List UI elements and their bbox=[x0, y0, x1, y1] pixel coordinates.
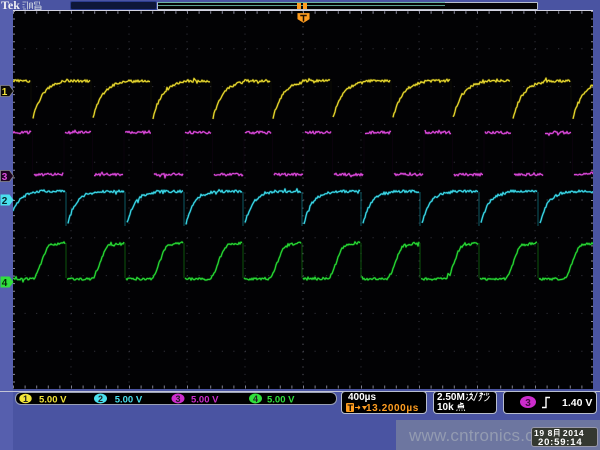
svg-text:1.40 V: 1.40 V bbox=[562, 397, 592, 409]
svg-text:3: 3 bbox=[175, 394, 180, 404]
svg-text:4: 4 bbox=[253, 394, 258, 404]
svg-text:4: 4 bbox=[2, 278, 8, 289]
svg-text:1: 1 bbox=[2, 87, 8, 98]
svg-text:3: 3 bbox=[2, 172, 8, 183]
svg-text:5.00 V: 5.00 V bbox=[39, 395, 67, 406]
svg-text:2: 2 bbox=[2, 196, 8, 207]
svg-text:1: 1 bbox=[23, 394, 28, 404]
svg-text:3: 3 bbox=[525, 398, 531, 409]
svg-text:5.00 V: 5.00 V bbox=[191, 395, 219, 406]
svg-text:2: 2 bbox=[98, 394, 103, 404]
svg-text:5.00 V: 5.00 V bbox=[267, 395, 295, 406]
svg-text:5.00 V: 5.00 V bbox=[115, 395, 143, 406]
